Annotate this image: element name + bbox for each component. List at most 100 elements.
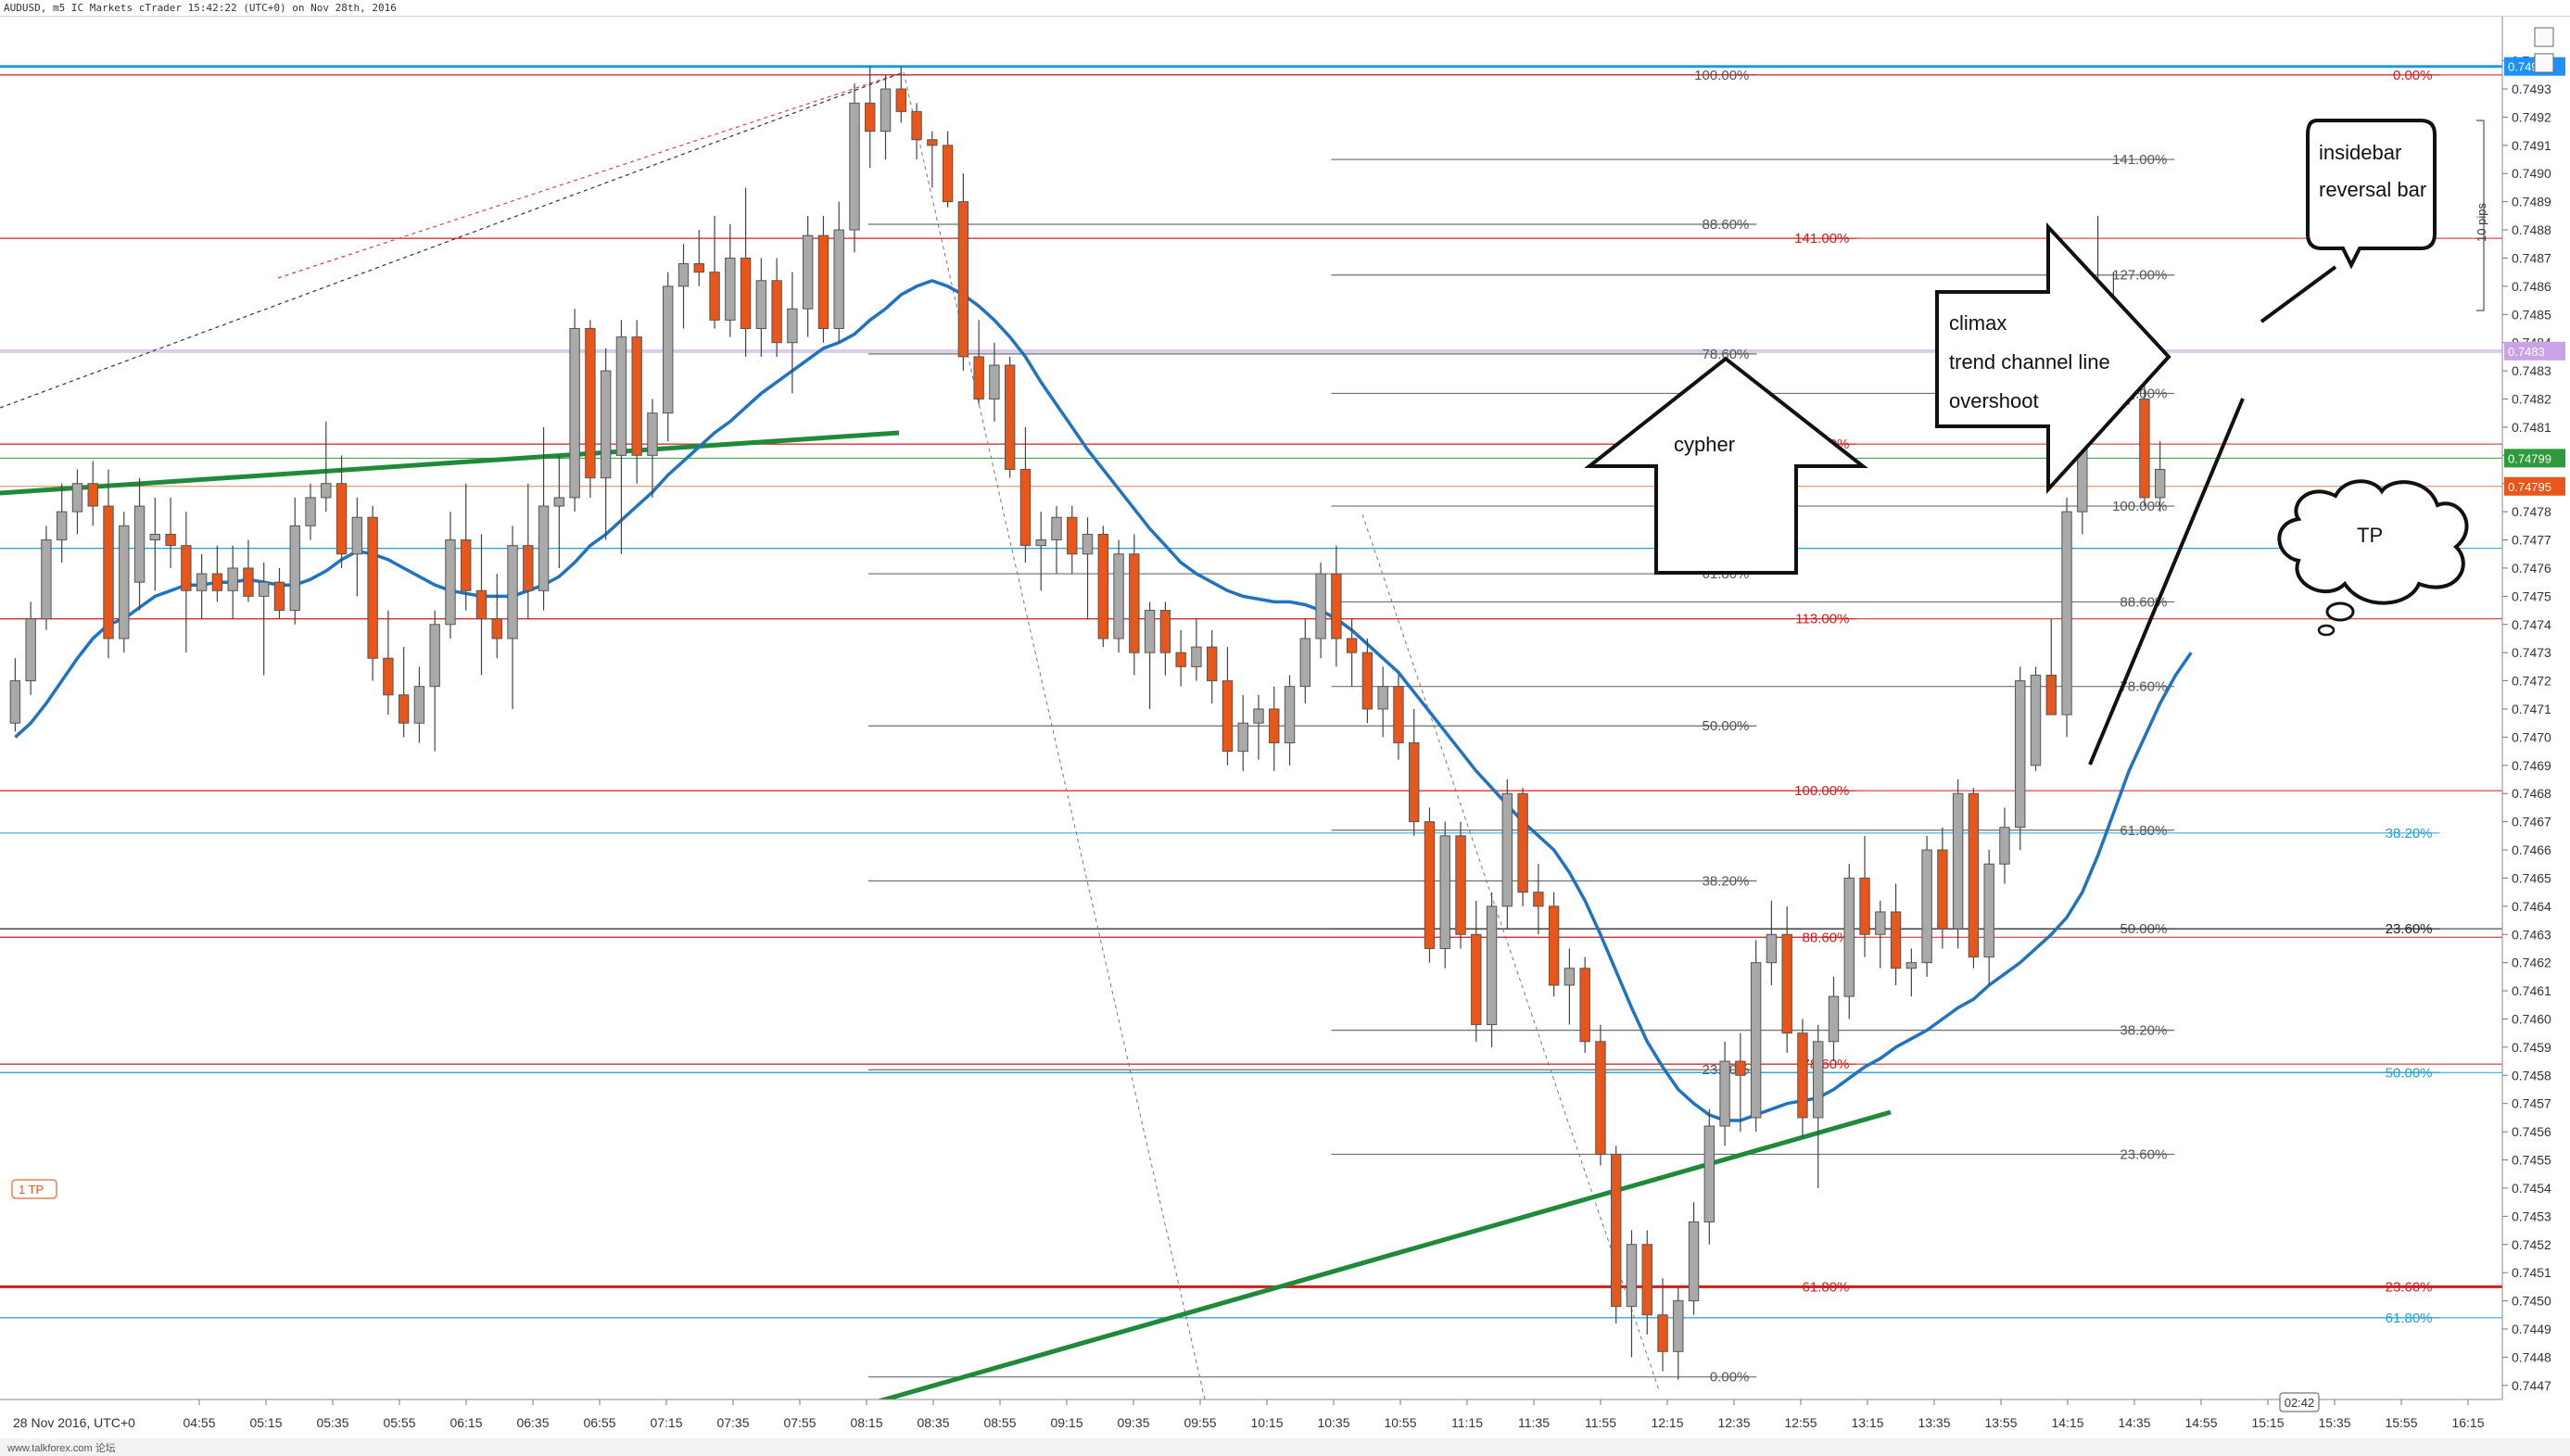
fib-label: 100.00% (2112, 499, 2167, 514)
candle-body (491, 618, 502, 639)
time-tick-label: 10:35 (1317, 1415, 1349, 1430)
candle-body (1284, 686, 1296, 743)
candle-body (817, 234, 829, 329)
cypher-label: cypher (1674, 433, 1735, 456)
candle (2015, 666, 2026, 851)
candle (1921, 835, 1932, 977)
price-tick-label: 0.7468 (2512, 786, 2551, 801)
zoom-button[interactable] (2534, 53, 2554, 73)
candle-body (1673, 1300, 1684, 1352)
tp-cloud-bubble (2325, 601, 2355, 622)
price-tick-label: 0.7481 (2512, 420, 2551, 435)
candle (119, 512, 130, 653)
price-tick-label: 0.7467 (2512, 815, 2551, 829)
candle-body (1206, 646, 1218, 682)
candle-body (289, 525, 300, 612)
price-tick-label: 0.7454 (2512, 1181, 2551, 1196)
candle (2061, 497, 2072, 738)
candle-body (413, 686, 425, 724)
candle-body (429, 624, 440, 688)
candle-body (1051, 516, 1062, 541)
fib-label: 38.20% (2120, 1023, 2167, 1039)
price-tick-label: 0.7459 (2512, 1040, 2551, 1055)
candle-body (1999, 827, 2010, 865)
fib-label: 0.00% (1710, 1370, 1750, 1386)
fib-label: 88.60% (1703, 217, 1750, 233)
time-tick-label: 08:15 (850, 1415, 882, 1430)
price-marker-label: 0.74795 (2508, 480, 2551, 494)
time-tick-label: 12:55 (1784, 1415, 1817, 1430)
candle (1455, 821, 1466, 949)
candle-body (1828, 995, 1840, 1043)
price-tick-label: 0.7448 (2512, 1349, 2551, 1364)
candle-body (1843, 877, 1855, 997)
price-tick-label: 0.7458 (2512, 1068, 2551, 1083)
candle-body (2045, 675, 2057, 715)
maximize-button[interactable] (2534, 27, 2554, 47)
candle-body (227, 567, 238, 591)
candle-body (133, 505, 146, 583)
fib-label: 100.00% (1794, 783, 1849, 799)
fib-label: 61.80% (2386, 1310, 2433, 1326)
price-marker-label: 0.74799 (2508, 451, 2551, 465)
candle-body (740, 257, 752, 329)
spread-label: 10 pips (2475, 203, 2488, 242)
candle (1004, 356, 1016, 478)
price-tick-label: 0.7477 (2512, 533, 2551, 548)
candle-body (1905, 962, 1918, 969)
candle-body (1004, 364, 1016, 471)
insidebar-label: reversal bar (2319, 178, 2426, 201)
time-tick-label: 07:35 (716, 1415, 749, 1430)
price-tick-label: 0.7450 (2512, 1294, 2551, 1309)
price-tick-label: 0.7469 (2512, 758, 2551, 773)
time-tick-label: 06:15 (449, 1415, 482, 1430)
price-marker-label: 0.7483 (2508, 345, 2545, 359)
candle (1611, 1146, 1622, 1323)
candle (1486, 892, 1498, 1047)
candle (849, 82, 860, 253)
countdown-text: 02:42 (2285, 1396, 2315, 1410)
candle-body (709, 272, 720, 321)
candle-body (2154, 469, 2166, 499)
fib-label: 0.00% (2393, 68, 2433, 83)
candle-body (1082, 533, 1094, 555)
candle-body (1299, 638, 1311, 688)
time-tick-label: 15:15 (2251, 1415, 2284, 1430)
candle (1097, 525, 1108, 648)
candle-body (942, 145, 954, 203)
price-tick-label: 0.7472 (2512, 674, 2551, 689)
candle-body (663, 285, 674, 414)
price-tick-label: 0.7453 (2512, 1209, 2551, 1223)
time-tick-label: 05:55 (383, 1415, 415, 1430)
candle-body (507, 545, 518, 639)
time-tick-label: 07:15 (650, 1415, 682, 1430)
price-tick-label: 0.7483 (2512, 363, 2551, 378)
candle-body (165, 533, 176, 547)
candle-body (973, 356, 984, 400)
candle-body (1393, 686, 1404, 743)
candle-body (1439, 835, 1450, 949)
price-tick-label: 0.7462 (2512, 956, 2551, 970)
candle-body (600, 370, 612, 479)
candle-body (1968, 792, 1980, 958)
price-tick-label: 0.7493 (2512, 82, 2551, 96)
candle-body (1175, 652, 1186, 667)
time-tick-label: 06:35 (516, 1415, 549, 1430)
candle-body (1952, 792, 1964, 930)
candle (2030, 666, 2042, 771)
candle-body (305, 497, 316, 526)
fib-label: 50.00% (2386, 1065, 2433, 1081)
candle (585, 320, 596, 498)
price-tick-label: 0.7464 (2512, 899, 2551, 914)
insidebar-label: insidebar (2319, 141, 2401, 164)
candle-body (56, 511, 68, 541)
fib-label: 61.80% (2120, 823, 2167, 839)
price-chart[interactable]: 100.00% 88.60% 78.60% 61.80% 50.00% 38.20% 23.… (0, 0, 2570, 1456)
candle-body (957, 201, 969, 358)
fib-label: 23.60% (2386, 921, 2433, 937)
watermark: www.talkforex.com 论坛 (6, 1441, 116, 1454)
time-tick-label: 09:15 (1050, 1415, 1082, 1430)
candle-body (1067, 516, 1078, 555)
price-tick-label: 0.7452 (2512, 1237, 2551, 1252)
candle (569, 309, 580, 513)
